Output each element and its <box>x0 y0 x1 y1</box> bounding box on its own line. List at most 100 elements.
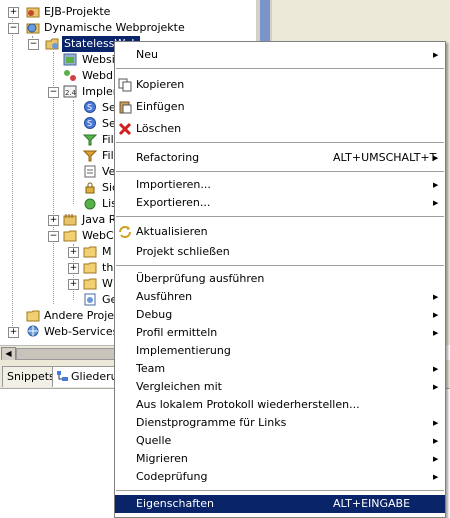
menu-item-codepruefung[interactable]: Codeprüfung ▶ <box>115 468 445 486</box>
tree-item-label: Web-Services <box>44 325 119 338</box>
menu-item-aktualisieren[interactable]: Aktualisieren <box>115 223 445 241</box>
tree-item-label: Websi <box>82 53 115 66</box>
svg-text:S: S <box>87 119 92 128</box>
java-resources-icon <box>63 214 77 226</box>
web-project-icon <box>45 38 59 50</box>
menu-item-label: Dienstprogramme für Links <box>136 416 287 429</box>
tree-item-label: Fil <box>102 149 114 162</box>
menu-item-profil-ermitteln[interactable]: Profil ermitteln ▶ <box>115 324 445 342</box>
tree-item-label: M <box>102 245 112 258</box>
submenu-arrow-icon: ▶ <box>433 455 439 463</box>
menu-item-label: Aus lokalem Protokoll wiederherstellen..… <box>136 398 360 411</box>
open-folder-icon <box>63 230 77 242</box>
submenu-arrow-icon: ▶ <box>433 473 439 481</box>
submenu-arrow-icon: ▶ <box>433 51 439 59</box>
java-ee-icon: 2.4 <box>63 85 77 98</box>
expand-toggle[interactable]: + <box>8 327 19 338</box>
menu-item-implementierung[interactable]: Implementierung <box>115 342 445 360</box>
servlet-mapping-icon: S <box>84 117 96 129</box>
reference-icon <box>84 165 96 178</box>
menu-item-label: Neu <box>136 48 158 61</box>
menu-item-aus-lokalem-protokoll[interactable]: Aus lokalem Protokoll wiederherstellen..… <box>115 396 445 414</box>
tree-item-label: Andere Projekt <box>44 309 125 322</box>
menu-item-kopieren[interactable]: Kopieren <box>115 76 445 94</box>
menu-item-label: Implementierung <box>136 344 231 357</box>
menu-item-label: Codeprüfung <box>136 470 208 483</box>
submenu-arrow-icon: ▶ <box>433 383 439 391</box>
scroll-left-button[interactable]: ◀ <box>1 347 16 361</box>
tab-label: Snippets <box>7 370 55 383</box>
menu-item-loeschen[interactable]: Löschen <box>115 120 445 138</box>
website-icon <box>63 53 77 66</box>
folder-icon <box>83 278 97 290</box>
menu-item-importieren[interactable]: Importieren... ▶ <box>115 176 445 194</box>
menu-item-quelle[interactable]: Quelle ▶ <box>115 432 445 450</box>
tree-item-label: th <box>102 261 114 274</box>
menu-separator <box>116 265 444 266</box>
menu-item-team[interactable]: Team ▶ <box>115 360 445 378</box>
web-services-icon <box>27 325 39 337</box>
html-file-icon <box>84 293 96 306</box>
menu-item-projekt-schliessen[interactable]: Projekt schließen <box>115 243 445 261</box>
menu-item-label: Eigenschaften <box>136 497 214 510</box>
menu-item-label: Vergleichen mit <box>136 380 222 393</box>
menu-item-einfuegen[interactable]: Einfügen <box>115 98 445 116</box>
folder-icon <box>83 262 97 274</box>
menu-item-ueberpruefung[interactable]: Überprüfung ausführen <box>115 270 445 288</box>
refresh-icon <box>119 226 131 238</box>
menu-item-vergleichen-mit[interactable]: Vergleichen mit ▶ <box>115 378 445 396</box>
menu-item-refactoring[interactable]: Refactoring ALT+UMSCHALT+T ▶ <box>115 149 445 167</box>
tab-label: Gliederu <box>71 370 118 383</box>
shortcut-label: ALT+UMSCHALT+T <box>333 151 437 164</box>
menu-item-label: Team <box>136 362 166 375</box>
menu-item-label: Kopieren <box>136 78 185 91</box>
submenu-arrow-icon: ▶ <box>433 293 439 301</box>
tree-item-label: Webd <box>82 69 113 82</box>
expand-toggle[interactable]: + <box>48 215 59 226</box>
folder-icon <box>26 310 40 322</box>
menu-item-label: Profil ermitteln <box>136 326 218 339</box>
expand-toggle[interactable]: + <box>68 247 79 258</box>
menu-item-exportieren[interactable]: Exportieren... ▶ <box>115 194 445 212</box>
expand-toggle[interactable]: + <box>68 263 79 274</box>
submenu-arrow-icon: ▶ <box>433 365 439 373</box>
folder-icon <box>83 246 97 258</box>
menu-item-ausfuehren[interactable]: Ausführen ▶ <box>115 288 445 306</box>
submenu-arrow-icon: ▶ <box>433 329 439 337</box>
tab-gliederung[interactable]: Gliederu <box>52 366 123 387</box>
submenu-arrow-icon: ▶ <box>433 181 439 189</box>
lock-icon <box>85 182 95 194</box>
copy-icon <box>118 78 132 92</box>
submenu-arrow-icon: ▶ <box>433 199 439 207</box>
collapse-toggle[interactable]: − <box>28 39 39 50</box>
filter-icon <box>83 134 97 146</box>
submenu-arrow-icon: ▶ <box>433 437 439 445</box>
menu-item-debug[interactable]: Debug ▶ <box>115 306 445 324</box>
menu-item-migrieren[interactable]: Migrieren ▶ <box>115 450 445 468</box>
menu-item-label: Löschen <box>136 122 182 135</box>
menu-item-label: Ausführen <box>136 290 193 303</box>
paste-icon <box>119 101 132 114</box>
listener-icon <box>84 198 96 210</box>
expand-toggle[interactable]: + <box>68 279 79 290</box>
submenu-arrow-icon: ▶ <box>433 419 439 427</box>
collapse-toggle[interactable]: − <box>48 87 59 98</box>
menu-item-dienstprogramme[interactable]: Dienstprogramme für Links ▶ <box>115 414 445 432</box>
menu-item-eigenschaften[interactable]: Eigenschaften ALT+EINGABE <box>115 495 445 513</box>
servlet-icon: S <box>84 101 96 113</box>
menu-item-label: Quelle <box>136 434 172 447</box>
svg-text:2.4: 2.4 <box>65 89 77 97</box>
submenu-arrow-icon: ▶ <box>433 154 439 162</box>
menu-item-neu[interactable]: Neu ▶ <box>115 46 445 64</box>
web-project-folder-icon <box>26 23 40 34</box>
menu-item-label: Überprüfung ausführen <box>136 272 265 285</box>
menu-separator <box>116 490 444 491</box>
menu-item-label: Migrieren <box>136 452 188 465</box>
tree-item-label: W <box>102 277 113 290</box>
collapse-toggle[interactable]: − <box>48 231 59 242</box>
scrollbar-thumb[interactable] <box>16 348 128 360</box>
menu-item-label: Debug <box>136 308 173 321</box>
tree-item-label: WebC <box>82 229 114 242</box>
expand-toggle[interactable]: + <box>8 7 19 18</box>
collapse-toggle[interactable]: − <box>8 23 19 34</box>
